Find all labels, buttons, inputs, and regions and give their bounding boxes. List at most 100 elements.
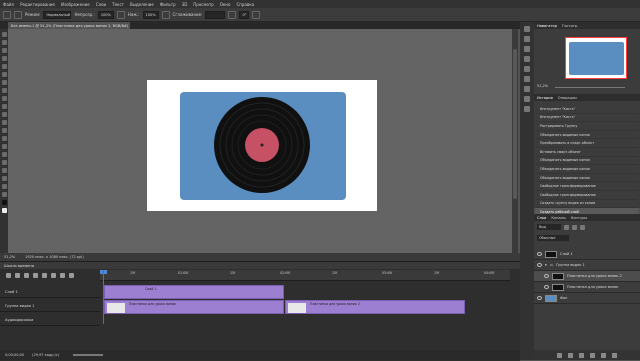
menu-item-file[interactable]: Файл [0,2,17,7]
pressure-opacity-icon[interactable] [116,10,125,19]
blur-tool-icon[interactable] [1,128,7,133]
track-label-audio[interactable]: Аудиодорожка [0,314,100,326]
history-item[interactable]: Инструмент "Кисть" [536,105,638,114]
opacity-input[interactable]: 100% [97,10,114,19]
layer-filter-select[interactable]: Вид [537,224,561,230]
mode-select[interactable]: Нормальный [43,10,72,19]
menu-item-filter[interactable]: Фильтр [157,2,179,7]
zoom-readout[interactable]: 51,2% [4,255,15,259]
hand-tool-icon[interactable] [1,176,7,181]
link-layers-icon[interactable] [557,352,562,358]
menu-item-window[interactable]: Окно [217,2,234,7]
tab-histogram[interactable]: Гистогр. [562,24,578,28]
tab-history[interactable]: История [537,96,553,100]
visibility-eye-icon[interactable] [544,274,549,278]
audio-icon[interactable] [42,272,47,278]
smoothing-input[interactable] [205,10,226,19]
lasso-tool-icon[interactable] [1,48,7,53]
visibility-eye-icon[interactable] [544,285,549,289]
history-item[interactable]: Вставить смарт-объект [536,148,638,157]
clip-layer1[interactable]: Слой 1 [104,285,284,299]
current-time[interactable]: 0;00;00;00 [5,353,24,357]
first-frame-icon[interactable] [6,272,11,278]
properties-panel-icon[interactable] [524,46,530,52]
history-item[interactable]: Объединить видимые копии [536,174,638,183]
visibility-eye-icon[interactable] [537,296,542,300]
swatches-panel-icon[interactable] [524,96,530,102]
type-tool-icon[interactable] [1,152,7,157]
track-label-layer1[interactable]: Слой 1 [0,286,100,298]
clip-video-b[interactable]: Пластинка для урока вопик 2 [285,300,465,314]
layer-row[interactable]: Пластинка для урока вопик 2 [534,271,640,282]
filter-adjust-icon[interactable] [572,224,577,230]
mask-icon[interactable] [579,352,584,358]
document-tab[interactable]: Без имени-1 @ 51,2% (Пластинка для урока… [8,22,130,29]
visibility-eye-icon[interactable] [537,263,542,267]
navigator-panel-icon[interactable] [524,26,530,32]
canvas-vertical-scrollbar[interactable] [512,29,518,253]
tab-paths[interactable]: Контуры [571,216,587,220]
eraser-tool-icon[interactable] [1,112,7,117]
brush-tool-icon[interactable] [3,10,11,19]
eyedropper-tool-icon[interactable] [1,72,7,77]
more-tools-icon[interactable] [1,192,7,197]
menu-item-select[interactable]: Выделение [127,2,157,7]
character-panel-icon[interactable] [524,86,530,92]
airbrush-icon[interactable] [161,10,170,19]
history-item[interactable]: Объединить видимые копии [536,165,638,174]
new-group-icon[interactable] [590,352,595,358]
navigator-zoom-slider[interactable] [555,87,625,88]
menu-item-text[interactable]: Текст [109,2,127,7]
navigator-thumbnail[interactable] [565,37,627,79]
flow-input[interactable]: 100% [142,10,159,19]
healing-tool-icon[interactable] [1,80,7,85]
filter-pixel-icon[interactable] [564,224,569,230]
split-icon[interactable] [60,272,65,278]
next-frame-icon[interactable] [33,272,38,278]
history-item[interactable]: Растрировать Группу [536,122,638,131]
settings-icon[interactable] [51,272,56,278]
stamp-tool-icon[interactable] [1,96,7,101]
blend-mode-select[interactable]: Обычные [537,235,569,241]
gradient-tool-icon[interactable] [1,120,7,125]
brush-panel-icon[interactable] [524,66,530,72]
zoom-slider[interactable] [73,354,104,356]
fx-icon[interactable] [568,352,573,358]
clip-video-a[interactable]: Пластинка для урока вопик [104,300,284,314]
pen-tool-icon[interactable] [1,144,7,149]
paragraph-panel-icon[interactable] [524,76,530,82]
tab-channels[interactable]: Каналы [551,216,565,220]
menu-item-3d[interactable]: 3D [179,2,191,7]
foreground-color-swatch[interactable] [1,200,7,205]
background-color-swatch[interactable] [1,208,7,213]
history-item[interactable]: Создать группу видео из копии [536,200,638,209]
shape-tool-icon[interactable] [1,168,7,173]
transition-icon[interactable] [69,272,74,278]
trash-icon[interactable] [612,352,617,358]
angle-input[interactable]: 0° [239,10,250,19]
menu-item-layers[interactable]: Слои [93,2,109,7]
quick-select-tool-icon[interactable] [1,56,7,61]
layer-row[interactable]: Пластинка для урока вопик [534,282,640,293]
history-item[interactable]: Свободное трансформирование [536,191,638,200]
history-item[interactable]: Преобразовать в смарт-объект [536,139,638,148]
libraries-panel-icon[interactable] [524,106,530,112]
layer-row[interactable]: Фон [534,293,640,304]
brush-preset-icon[interactable] [14,10,22,19]
tab-navigator[interactable]: Навигатор [537,24,557,28]
new-layer-icon[interactable] [601,352,606,358]
chevron-down-icon[interactable]: ▾ [545,263,547,267]
move-tool-icon[interactable] [1,32,7,37]
history-item[interactable]: Объединить видимые копии [536,131,638,140]
layer-row[interactable]: Слой 1 [534,249,640,260]
adjustments-panel-icon[interactable] [524,56,530,62]
timeline-ruler[interactable]: 15f 01:00f 15f 02:00f 15f 03:00f 15f 04:… [100,270,510,281]
filter-type-icon[interactable] [580,224,585,230]
history-brush-tool-icon[interactable] [1,104,7,109]
dodge-tool-icon[interactable] [1,136,7,141]
menu-item-view[interactable]: Просмотр [190,2,217,7]
track-label-video-group[interactable]: Группа видео 1 [0,300,100,312]
play-icon[interactable] [24,272,29,278]
tab-actions[interactable]: Операции [558,96,577,100]
history-item[interactable]: Свободное трансформирование [536,182,638,191]
